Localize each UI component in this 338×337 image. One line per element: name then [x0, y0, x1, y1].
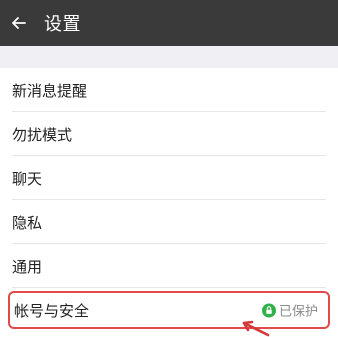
back-button[interactable] — [0, 0, 38, 46]
lock-icon — [261, 303, 276, 317]
menu-item-account-security[interactable]: 帐号与安全 已保护 — [8, 291, 330, 329]
annotation-arrow-icon — [242, 320, 270, 337]
menu-item-label: 聊天 — [12, 169, 43, 188]
protection-status: 已保护 — [261, 301, 318, 320]
menu-item-label: 隐私 — [12, 213, 43, 232]
settings-list: 新消息提醒 勿扰模式 聊天 隐私 通用 帐号与安全 已保护 — [0, 68, 338, 329]
divider — [12, 287, 326, 288]
settings-screen: 设置 新消息提醒 勿扰模式 聊天 隐私 通用 帐号与安全 已保护 — [0, 0, 338, 337]
title-bar: 设置 — [0, 0, 338, 46]
menu-item-general[interactable]: 通用 — [0, 244, 338, 288]
menu-item-label: 新消息提醒 — [12, 81, 88, 100]
status-text: 已保护 — [278, 304, 318, 320]
page-title: 设置 — [44, 14, 81, 35]
menu-item-label: 帐号与安全 — [14, 301, 90, 320]
menu-item-label: 勿扰模式 — [12, 125, 73, 144]
back-arrow-icon — [12, 17, 26, 29]
section-gap — [0, 46, 338, 68]
menu-item-label: 通用 — [12, 257, 43, 276]
menu-item-do-not-disturb[interactable]: 勿扰模式 — [0, 112, 338, 156]
menu-item-new-message[interactable]: 新消息提醒 — [0, 68, 338, 112]
menu-item-chat[interactable]: 聊天 — [0, 156, 338, 200]
menu-item-privacy[interactable]: 隐私 — [0, 200, 338, 244]
